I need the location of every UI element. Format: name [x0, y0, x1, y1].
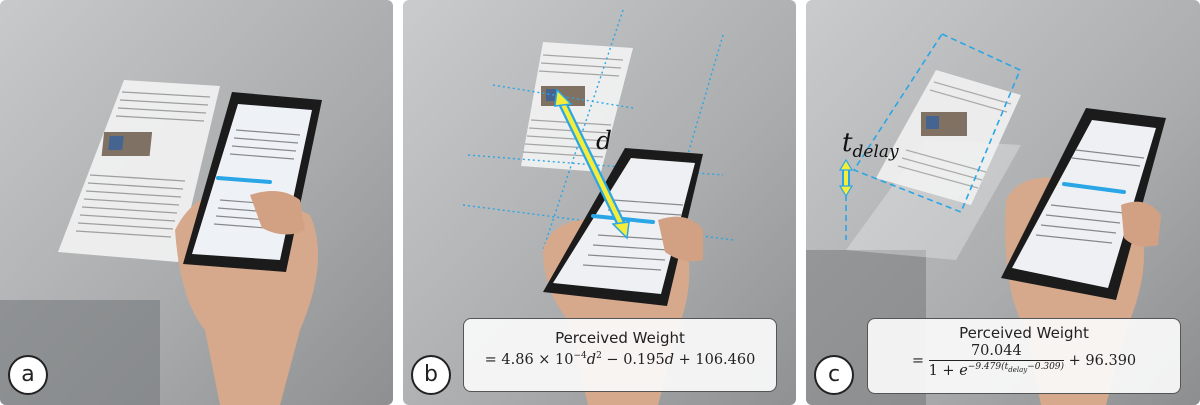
panel-label-c: c [814, 355, 854, 395]
weight-equation: = 4.86 × 10−4d2 − 0.195d + 106.460 [484, 351, 756, 368]
formula-box-b: Perceived Weight = 4.86 × 10−4d2 − 0.195… [463, 318, 777, 392]
panel-a: a [0, 0, 393, 405]
panel-label-a: a [8, 355, 48, 395]
formula-title: Perceived Weight [555, 329, 685, 347]
panel-b: d Perceived Weight = 4.86 × 10−4d2 − 0.1… [403, 0, 796, 405]
formula-box-c: Perceived Weight = 70.044 1 + e−9.479(td… [867, 318, 1181, 394]
distance-label: d [596, 126, 613, 155]
panel-label-b: b [411, 355, 451, 395]
photo-scene-a [0, 0, 393, 405]
weight-equation: = 70.044 1 + e−9.479(tdelay−0.309) + 96.… [911, 343, 1137, 379]
panel-c: tdelay Perceived Weight = 70.044 1 + e−9… [806, 0, 1200, 405]
numerator: 70.044 [928, 343, 1065, 361]
delay-label: tdelay [842, 128, 899, 163]
formula-title: Perceived Weight [959, 324, 1089, 342]
